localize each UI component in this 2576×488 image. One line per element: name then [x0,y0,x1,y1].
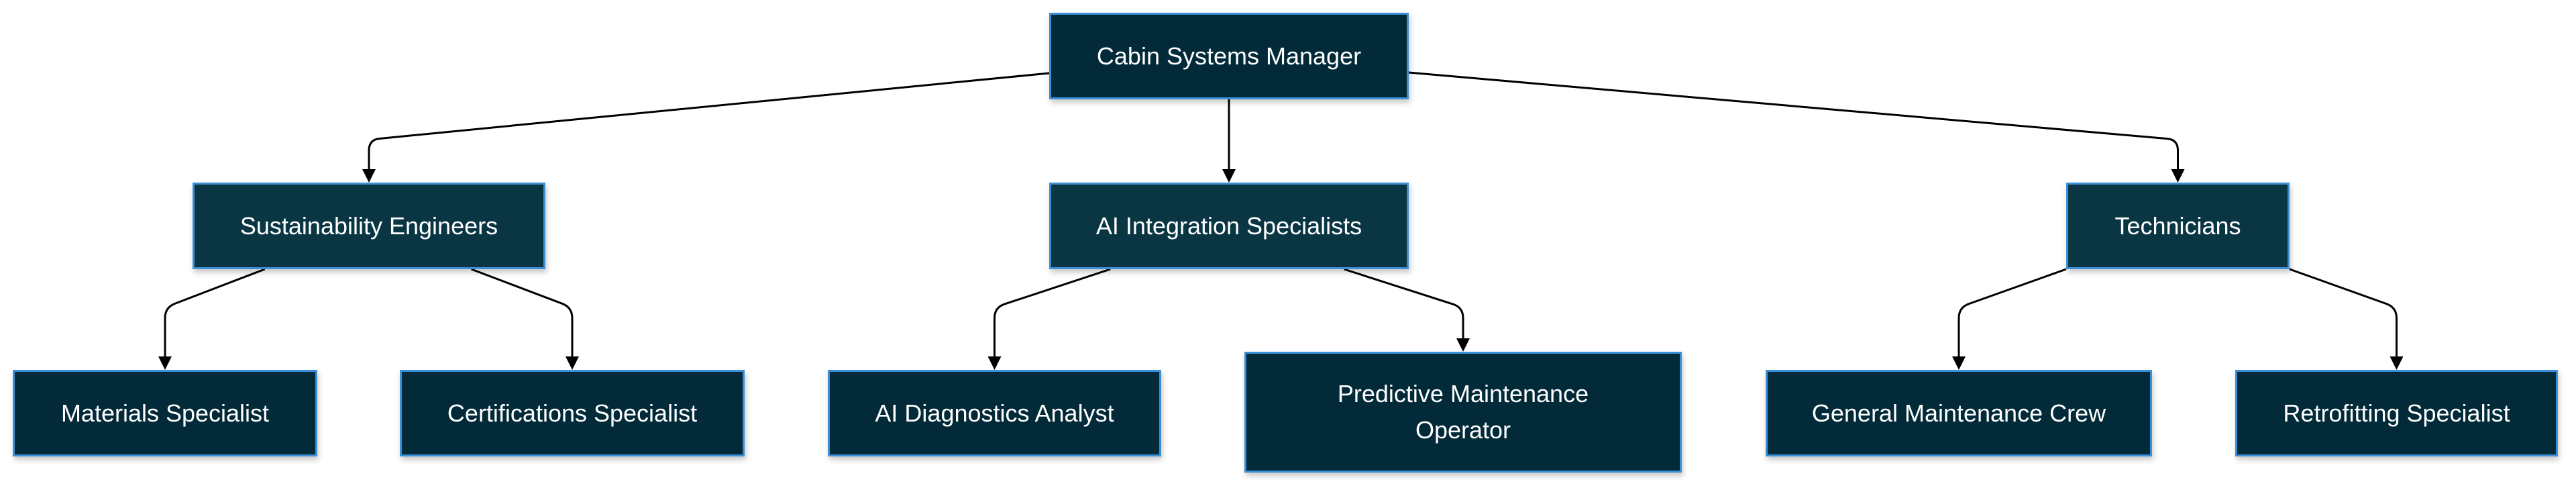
arrowhead-icon [158,356,172,370]
edge-sust-to-cert [471,268,574,356]
node-label: AI Diagnostics Analyst [875,399,1114,427]
node-materials-specialist[interactable]: Materials Specialist [13,370,317,456]
node-label: Sustainability Engineers [239,211,498,240]
node-label: AI Integration Specialists [1095,211,1362,240]
node-technicians[interactable]: Technicians [2066,183,2290,269]
edge-sust-to-mat [164,268,266,356]
arrowhead-icon [1456,338,1470,352]
arrowhead-icon [362,169,376,183]
node-label: Materials Specialist [60,399,270,427]
node-label: Cabin Systems Manager [1096,42,1362,70]
node-ai-integration-specialists[interactable]: AI Integration Specialists [1049,183,1409,269]
node-retrofitting-specialist[interactable]: Retrofitting Specialist [2235,370,2558,456]
edge-root-to-tech [1408,71,2179,169]
edge-ai-to-diag [994,268,1111,356]
node-certifications-specialist[interactable]: Certifications Specialist [400,370,745,456]
arrowhead-icon [1222,169,1236,183]
node-label: Technicians [2114,211,2241,240]
node-ai-diagnostics-analyst[interactable]: AI Diagnostics Analyst [828,370,1161,456]
edge-tech-to-retro [2289,268,2398,356]
org-chart: Cabin Systems Manager Sustainability Eng… [0,0,2576,488]
arrowhead-icon [566,356,579,370]
arrowhead-icon [2390,356,2404,370]
node-label: Retrofitting Specialist [2283,399,2510,427]
edge-ai-to-pred [1344,268,1464,338]
arrowhead-icon [987,356,1002,370]
node-label: Predictive Maintenance Operator [1337,380,1589,444]
node-sustainability-engineers[interactable]: Sustainability Engineers [193,183,545,269]
arrowhead-icon [2171,169,2185,183]
node-predictive-maintenance-operator[interactable]: Predictive Maintenance Operator [1244,352,1682,473]
node-label: General Maintenance Crew [1811,399,2106,427]
node-label: Certifications Specialist [447,399,698,427]
edge-root-to-sust [368,72,1050,169]
node-cabin-systems-manager[interactable]: Cabin Systems Manager [1049,13,1409,99]
node-general-maintenance-crew[interactable]: General Maintenance Crew [1766,370,2152,456]
edge-tech-to-gen [1957,268,2067,356]
arrowhead-icon [1952,356,1966,370]
